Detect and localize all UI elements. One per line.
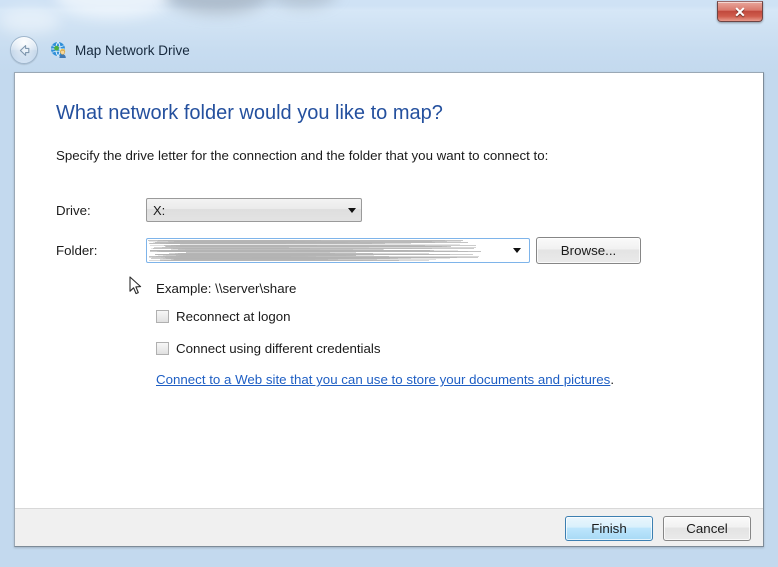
close-icon: ✕ (734, 3, 746, 20)
checkbox-box (156, 342, 169, 355)
dialog-content-panel: What network folder would you like to ma… (14, 72, 764, 547)
back-button[interactable] (10, 36, 38, 64)
glass-blur-shape (0, 8, 60, 34)
map-network-drive-window: ✕ Map Network Drive What network folder … (0, 0, 778, 567)
browse-button[interactable]: Browse... (536, 237, 641, 264)
reconnect-at-logon-checkbox[interactable]: Reconnect at logon (156, 309, 291, 324)
glass-blur-shape (165, 0, 270, 14)
web-link-trailing-period: . (610, 372, 615, 387)
web-site-link-row: Connect to a Web site that you can use t… (156, 372, 614, 387)
map-network-drive-icon (50, 41, 68, 59)
page-title: What network folder would you like to ma… (56, 102, 443, 124)
dialog-body: What network folder would you like to ma… (15, 73, 763, 510)
page-description: Specify the drive letter for the connect… (56, 148, 549, 163)
redacted-folder-value (148, 239, 488, 262)
close-button[interactable]: ✕ (717, 1, 763, 22)
connect-to-web-site-link[interactable]: Connect to a Web site that you can use t… (156, 372, 610, 387)
mouse-pointer-icon (129, 276, 142, 295)
checkbox-label: Connect using different credentials (176, 341, 381, 356)
example-hint: Example: \\server\share (156, 281, 297, 296)
back-arrow-icon (19, 44, 29, 56)
connect-using-different-credentials-checkbox[interactable]: Connect using different credentials (156, 341, 381, 356)
drive-select[interactable]: X: (146, 198, 362, 222)
checkbox-box (156, 310, 169, 323)
chevron-down-icon (508, 248, 526, 253)
glass-blur-shape (268, 0, 338, 8)
title-bar: Map Network Drive (0, 32, 778, 68)
finish-button[interactable]: Finish (565, 516, 653, 541)
chevron-down-icon (343, 207, 361, 213)
window-title: Map Network Drive (75, 42, 190, 58)
cancel-button[interactable]: Cancel (663, 516, 751, 541)
glass-blur-shape (55, 0, 170, 18)
drive-label: Drive: (56, 203, 91, 218)
folder-input[interactable] (146, 238, 530, 263)
folder-label: Folder: (56, 243, 98, 258)
checkbox-label: Reconnect at logon (176, 309, 291, 324)
dialog-footer: Finish Cancel (15, 508, 763, 546)
drive-select-value: X: (153, 202, 166, 218)
